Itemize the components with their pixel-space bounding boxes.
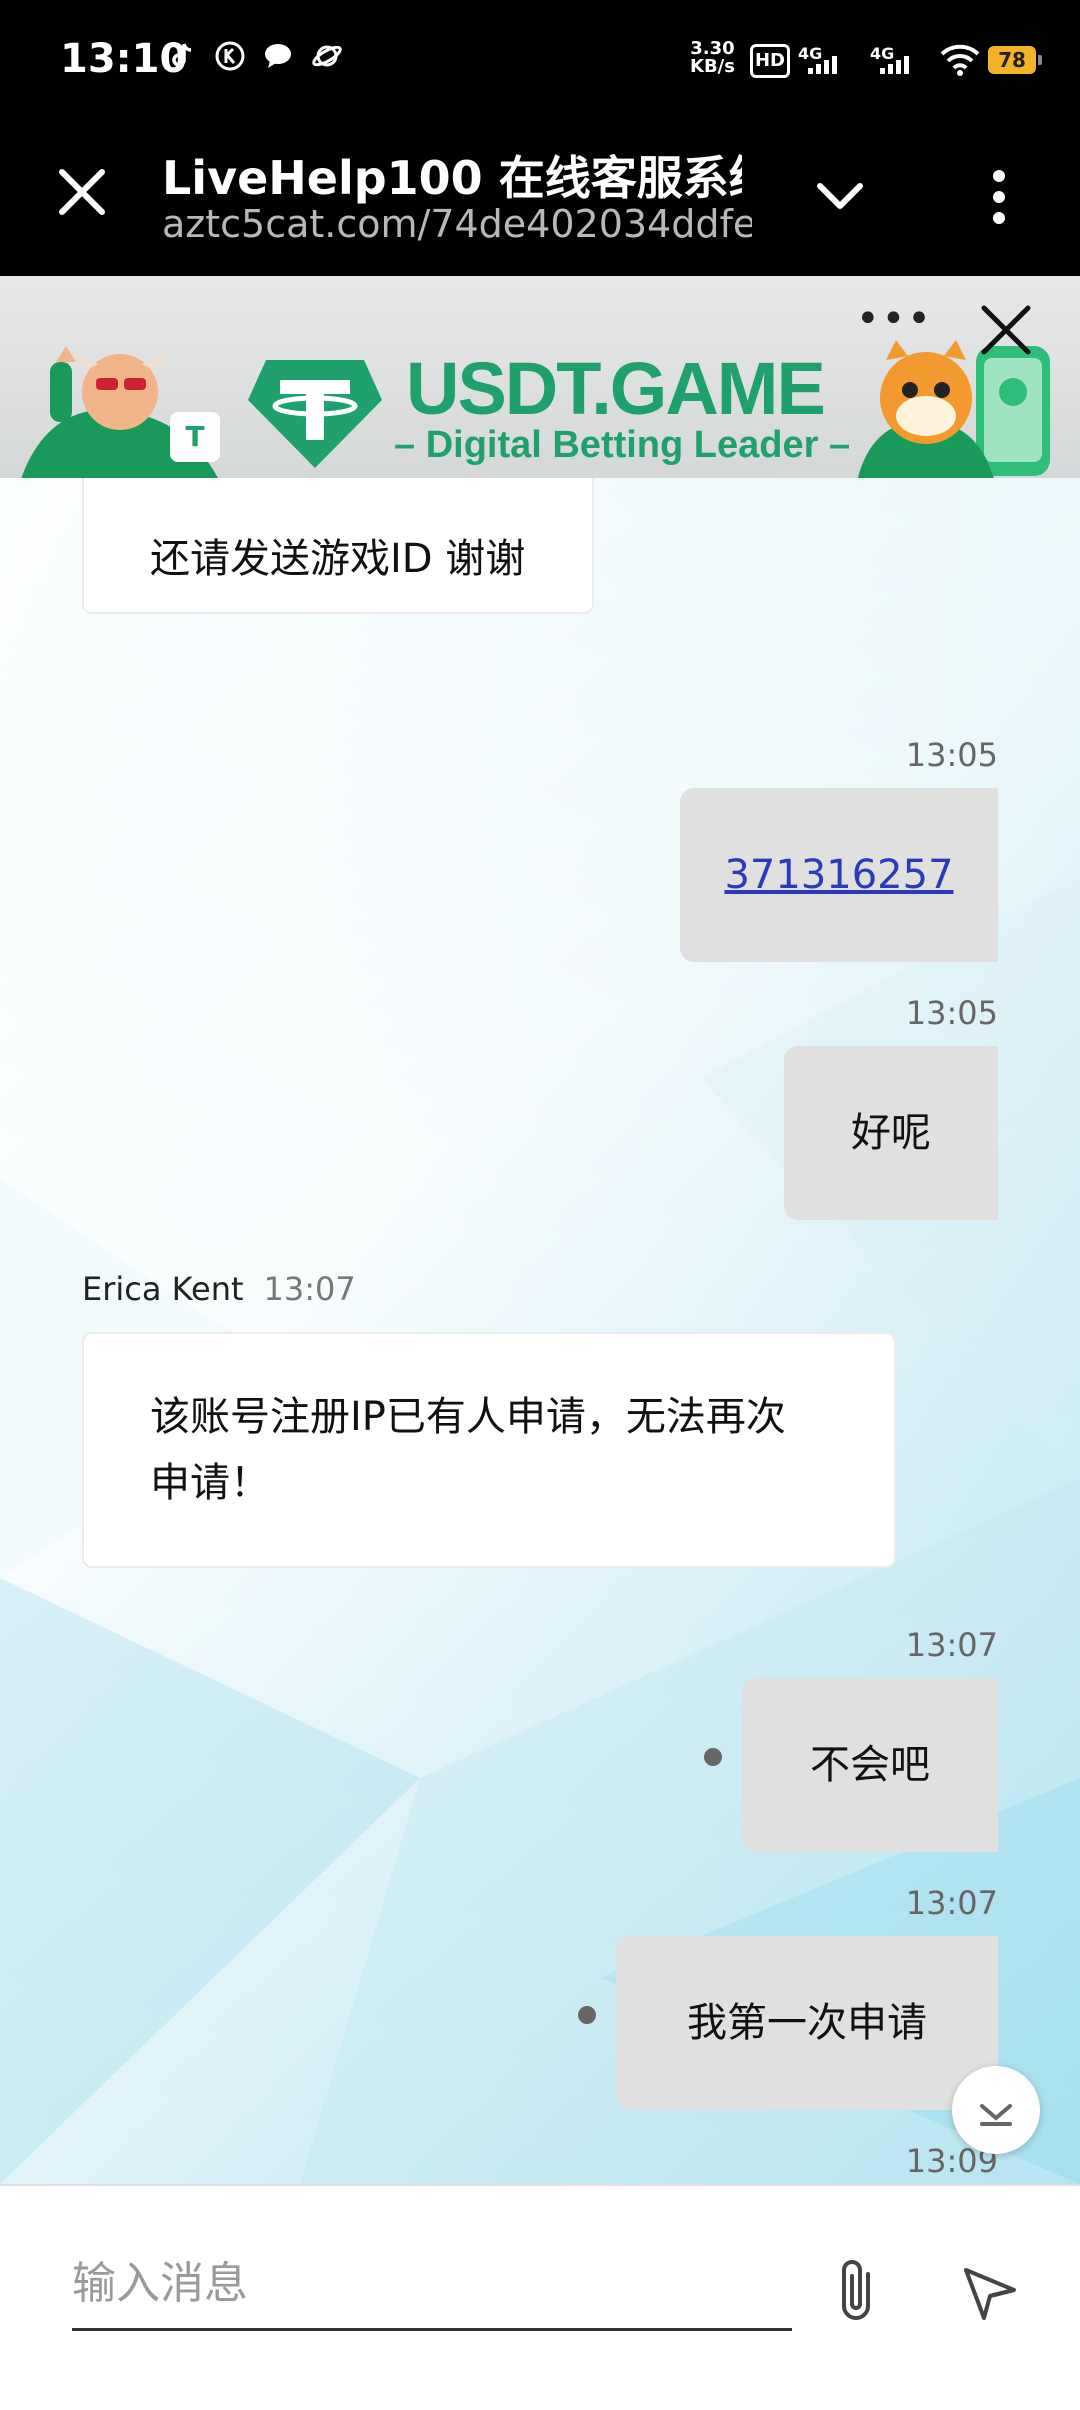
status-indicators: 3.30 KB/s HD 4G 4G 78 [580, 38, 1080, 88]
battery-indicator: 78 [988, 46, 1042, 74]
planet-icon [310, 40, 342, 72]
message-input[interactable]: 输入消息 [72, 2246, 792, 2331]
unread-dot [704, 1748, 722, 1766]
page-title: LiveHelp100 在线客服系统- [162, 151, 742, 205]
ad-more-button[interactable]: ••• [856, 296, 933, 342]
message-composer: 输入消息 [0, 2184, 1080, 2410]
incoming-message: 该账号注册IP已有人申请，无法再次 申请！ [82, 1332, 896, 1568]
wifi-icon [940, 42, 980, 76]
k-app-icon [214, 40, 246, 72]
unread-dot [578, 2006, 596, 2024]
ad-brand-text: USDT.GAME [406, 347, 826, 430]
message-time: 13:05 [905, 994, 998, 1032]
tether-logo-icon [246, 350, 384, 470]
close-icon[interactable] [52, 162, 112, 222]
signal-1-icon: 4G [798, 44, 844, 76]
message-time: 13:07 [263, 1270, 356, 1308]
outgoing-message: 我第一次申请 [616, 1936, 998, 2110]
ad-close-icon[interactable] [978, 302, 1034, 358]
ad-tagline: – Digital Betting Leader – [394, 424, 851, 466]
chat-messages[interactable]: 还请发送游戏ID 谢谢 13:05 371316257 13:05 好呢 Eri… [0, 478, 1080, 2184]
sender-name: Erica Kent [82, 1270, 244, 1308]
chat-bubble-icon [262, 40, 294, 72]
outgoing-message: 好呢 [784, 1046, 998, 1220]
network-speed: 3.30 KB/s [690, 38, 735, 77]
tiktok-icon [166, 40, 198, 72]
send-icon[interactable] [960, 2262, 1020, 2322]
message-time: 13:05 [905, 736, 998, 774]
hd-volte-icon: HD [750, 44, 790, 78]
page-url[interactable]: aztc5cat.com/74de402034ddfed4 [162, 202, 752, 246]
ad-banner[interactable]: T USDT.GAME – Digital Betting Leader – •… [0, 276, 1080, 478]
outgoing-message: 371316257 [680, 788, 998, 962]
message-time: 13:07 [905, 1626, 998, 1664]
chevron-down-icon[interactable] [810, 166, 870, 226]
attachment-icon[interactable] [830, 2256, 882, 2326]
browser-toolbar: LiveHelp100 在线客服系统- aztc5cat.com/74de402… [0, 124, 1080, 276]
signal-2-icon: 4G [870, 44, 916, 76]
scroll-down-icon [980, 2104, 1012, 2126]
background-pattern [0, 878, 1080, 2184]
scroll-to-bottom-button[interactable] [952, 2066, 1040, 2154]
message-time: 13:07 [905, 1884, 998, 1922]
svg-text:T: T [185, 420, 204, 453]
outgoing-message: 不会吧 [742, 1678, 998, 1852]
status-bar: 13:10 3.30 KB/s HD 4G 4G 78 [0, 0, 1080, 124]
incoming-message: 还请发送游戏ID 谢谢 [82, 478, 594, 614]
sender-header: Erica Kent 13:07 [82, 1270, 356, 1308]
status-notification-icons [166, 40, 342, 72]
message-link[interactable]: 371316257 [724, 852, 953, 898]
more-menu-icon[interactable] [984, 164, 1014, 234]
ad-mascot-left-icon: T [20, 342, 230, 478]
